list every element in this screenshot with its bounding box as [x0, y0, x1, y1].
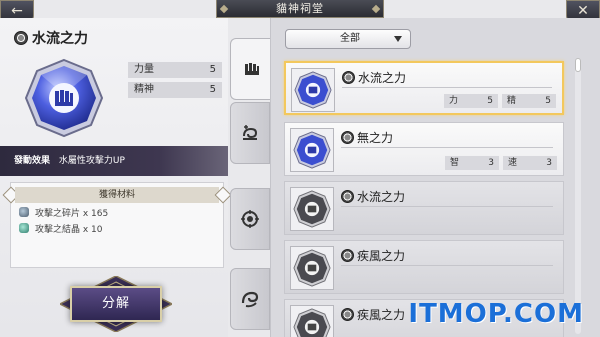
card-name: 疾風之力 — [357, 249, 406, 263]
material-text: 攻擊之結晶 x 10 — [35, 224, 103, 235]
blue-gem-icon — [293, 131, 331, 169]
shard-icon — [19, 207, 29, 217]
filter-selected: 全部 — [340, 33, 360, 44]
item-thumbnail — [291, 68, 335, 112]
sun-emblem-icon — [241, 210, 259, 228]
divider — [341, 206, 553, 207]
blue-gem-icon — [24, 58, 104, 138]
stat-chip: 精 5 — [502, 94, 556, 108]
effect-bar: 發動效果 水屬性攻擊力UP — [0, 146, 228, 176]
stat-chip: 智 3 — [445, 156, 499, 170]
divider — [341, 147, 553, 148]
material-row: 攻擊之結晶 x 10 — [11, 221, 223, 235]
wave-icon — [241, 291, 259, 308]
stat-value: 5 — [487, 96, 493, 106]
card-name: 水流之力 — [358, 71, 407, 85]
fist-icon — [244, 63, 259, 75]
decompose-button[interactable]: 分解 — [60, 276, 172, 332]
stat-label: 精 — [507, 96, 517, 106]
stat-value: 3 — [488, 158, 494, 168]
card-title: 無之力 — [341, 129, 393, 146]
stat-value: 3 — [546, 158, 552, 168]
card-title: 疾風之力 — [341, 247, 405, 264]
coin-icon — [341, 131, 354, 144]
item-detail-panel: 水流之力 力量 5 精神 5 發動效果 水屬性攻擊力UP 獲得材料 攻擊之碎片 … — [0, 18, 228, 337]
item-list-panel: 全部 水流之力 力 5 精 5 無之力 智 3 速 3 水流之力 疾風之力 疾風… — [270, 18, 600, 337]
item-thumbnail — [290, 246, 334, 290]
stat-row-power: 力量 5 — [128, 62, 222, 78]
gray-gem-icon — [293, 249, 331, 287]
materials-box: 獲得材料 攻擊之碎片 x 165 攻擊之結晶 x 10 — [10, 182, 224, 268]
watermark: ITMOP.COM — [408, 299, 584, 329]
tab-wave[interactable] — [230, 268, 270, 330]
stat-label: 速 — [508, 158, 518, 168]
effect-label: 發動效果 — [14, 156, 51, 166]
list-item[interactable]: 無之力 智 3 速 3 — [284, 122, 564, 176]
item-thumbnail — [290, 187, 334, 231]
chevron-down-icon — [394, 36, 402, 42]
scroll-thumb[interactable] — [575, 58, 581, 72]
card-name: 疾風之力 — [357, 308, 406, 322]
stat-label: 力量 — [134, 64, 154, 75]
item-thumbnail — [290, 128, 334, 172]
stat-row-spirit: 精神 5 — [128, 82, 222, 98]
stat-chip: 力 5 — [444, 94, 498, 108]
swirl-plus-icon — [243, 125, 258, 140]
coin-icon — [14, 31, 28, 45]
category-tabs — [230, 18, 272, 337]
list-item[interactable]: 水流之力 — [284, 181, 564, 235]
list-item[interactable]: 水流之力 力 5 精 5 — [284, 61, 564, 115]
divider — [342, 87, 552, 88]
card-title: 水流之力 — [342, 69, 406, 86]
divider — [341, 265, 553, 266]
card-stats: 智 3 速 3 — [441, 156, 557, 170]
stat-chip: 速 3 — [503, 156, 557, 170]
card-title: 疾風之力 — [341, 306, 405, 323]
material-row: 攻擊之碎片 x 165 — [11, 205, 223, 219]
item-name: 水流之力 — [32, 31, 88, 47]
effect-text: 水屬性攻擊力UP — [58, 156, 125, 166]
stat-value: 5 — [209, 84, 216, 95]
coin-icon — [341, 249, 354, 262]
stat-label: 精神 — [134, 84, 154, 95]
card-title: 水流之力 — [341, 188, 405, 205]
stat-label: 智 — [450, 158, 460, 168]
coin-icon — [341, 190, 354, 203]
stat-value: 5 — [545, 96, 551, 106]
gray-gem-icon — [293, 308, 331, 337]
coin-icon — [341, 308, 354, 321]
window-title: 貓神祠堂 — [216, 0, 384, 18]
decompose-label: 分解 — [70, 286, 162, 322]
filter-dropdown[interactable]: 全部 — [285, 29, 411, 49]
blue-gem-icon — [294, 71, 332, 109]
tab-fist[interactable] — [230, 38, 272, 100]
card-stats: 力 5 精 5 — [440, 94, 556, 108]
materials-title: 獲得材料 — [15, 187, 219, 203]
gray-gem-icon — [293, 190, 331, 228]
item-name-row: 水流之力 — [14, 28, 88, 48]
stat-value: 5 — [209, 64, 216, 75]
card-name: 水流之力 — [357, 190, 406, 204]
stat-label: 力 — [449, 96, 459, 106]
coin-icon — [342, 71, 355, 84]
scrollbar[interactable] — [575, 58, 581, 334]
stat-table: 力量 5 精神 5 — [128, 62, 222, 102]
crystal-icon — [19, 223, 29, 233]
tab-sun-emblem[interactable] — [230, 188, 270, 250]
item-thumbnail — [290, 305, 334, 337]
material-text: 攻擊之碎片 x 165 — [35, 208, 109, 219]
tab-swirl-plus[interactable] — [230, 102, 270, 164]
card-name: 無之力 — [357, 131, 394, 145]
list-item[interactable]: 疾風之力 — [284, 240, 564, 294]
